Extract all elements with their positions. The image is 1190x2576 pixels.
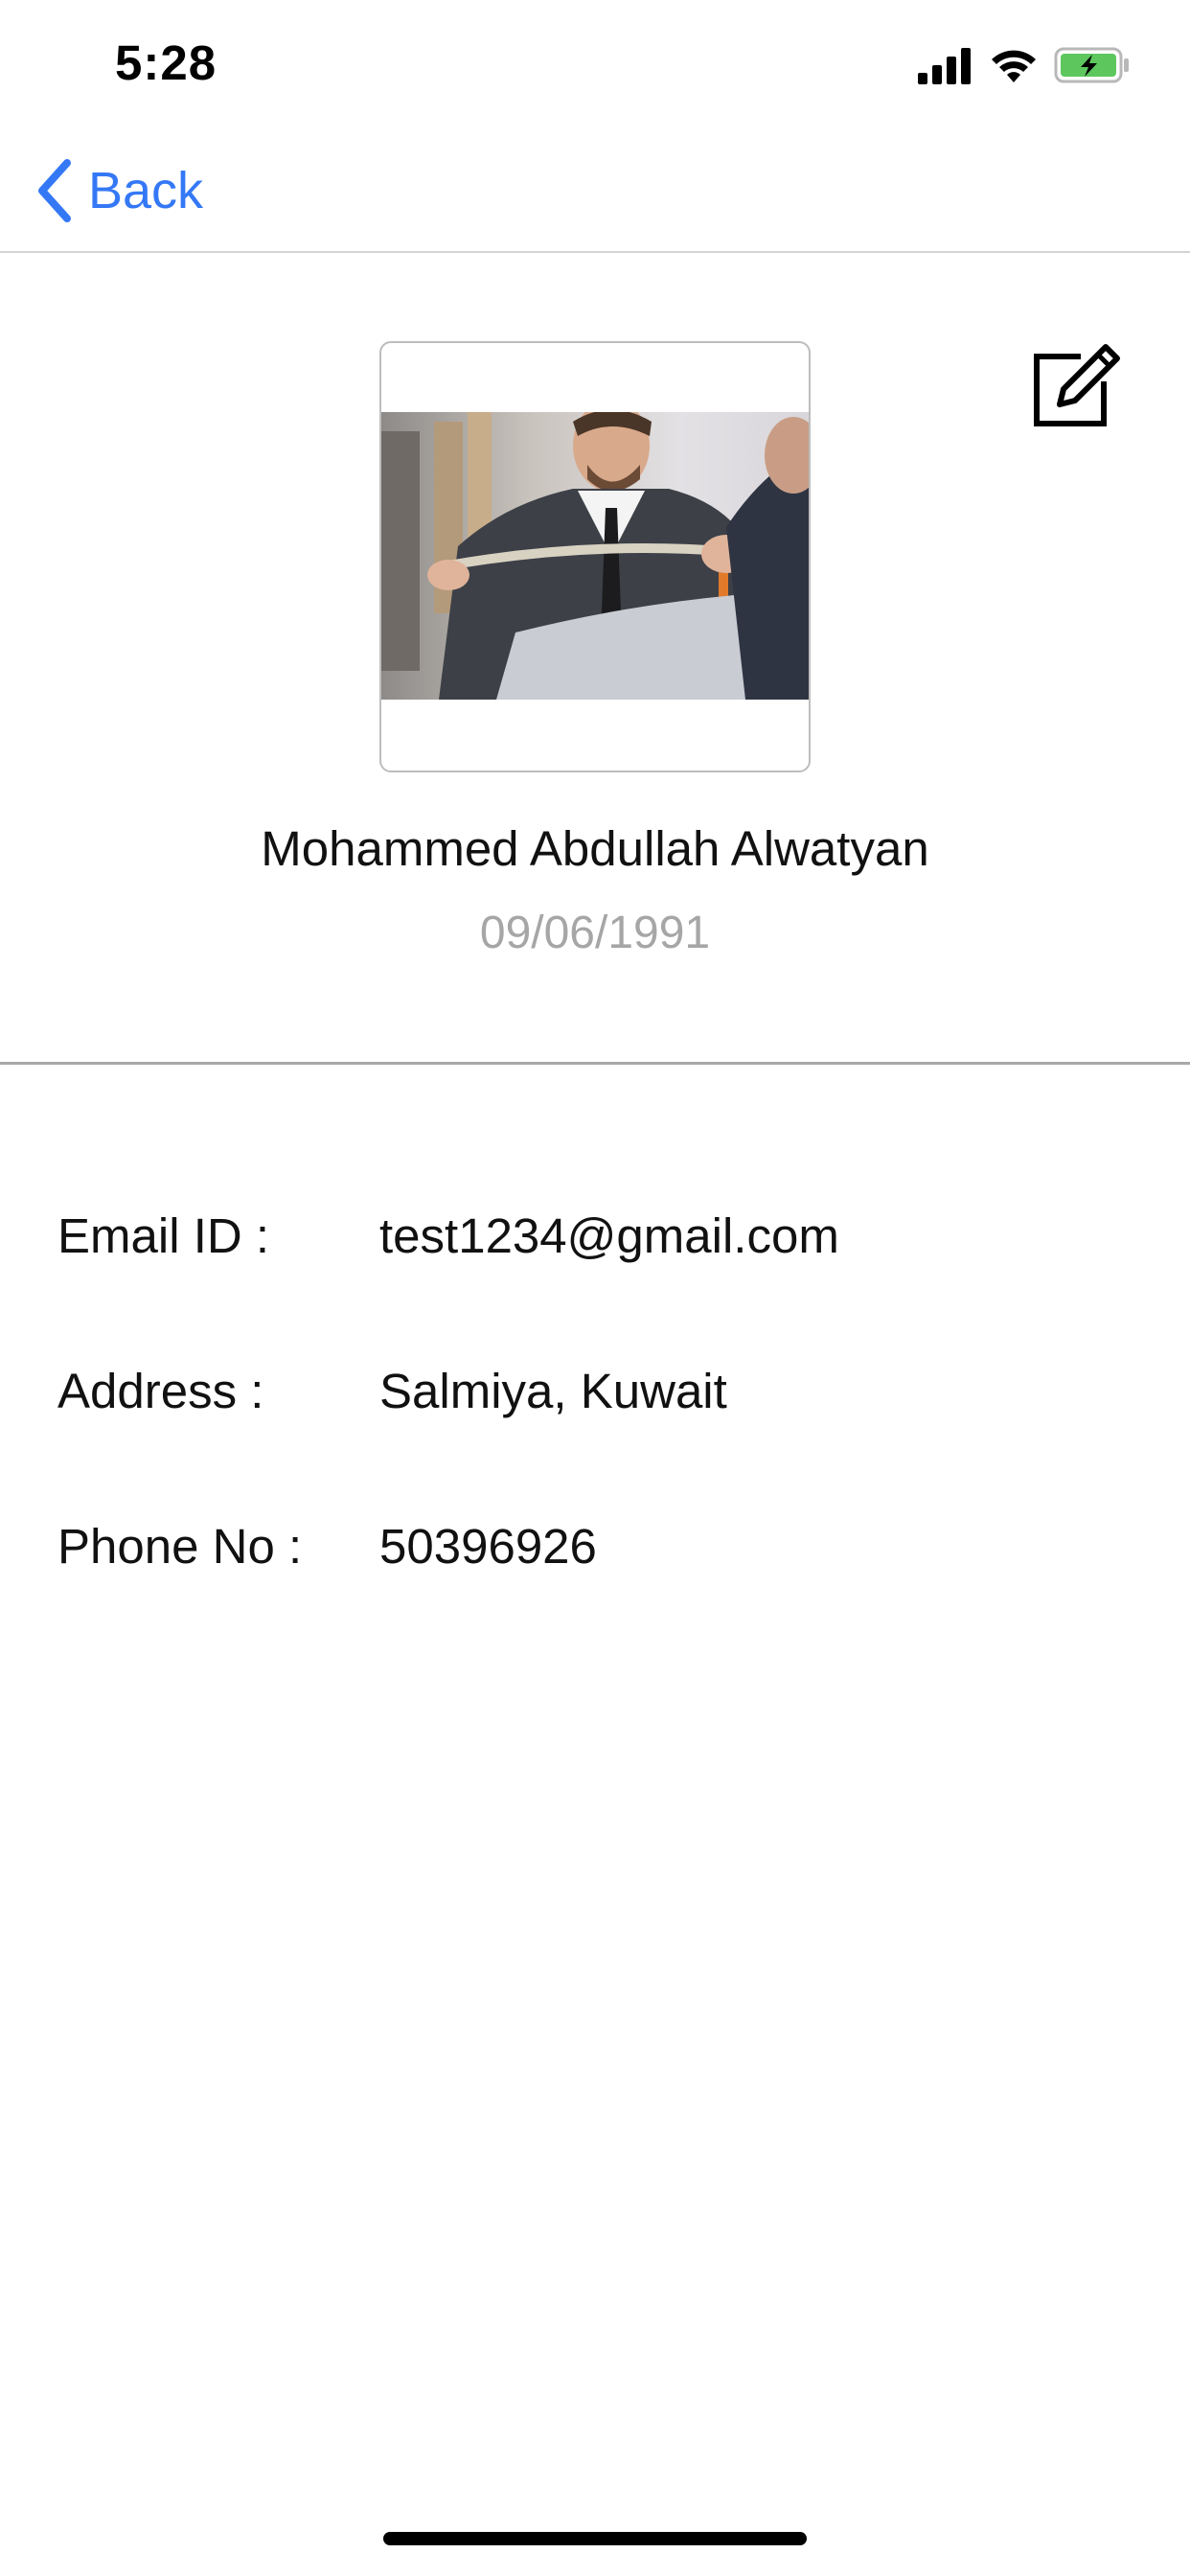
profile-name: Mohammed Abdullah Alwatyan (261, 821, 929, 876)
section-divider (0, 1062, 1190, 1065)
edit-icon (1034, 344, 1120, 426)
wifi-icon (992, 50, 1036, 82)
address-value: Salmiya, Kuwait (379, 1364, 727, 1418)
phone-label: Phone No : (57, 1519, 303, 1574)
profile-photo-frame[interactable] (379, 341, 811, 772)
phone-value: 50396926 (379, 1519, 597, 1574)
profile-screen: 5:28 Back Mohammed Abdullah Alwatyan 09/… (0, 0, 1190, 2576)
home-indicator[interactable] (383, 2532, 807, 2545)
email-value: test1234@gmail.com (379, 1208, 839, 1263)
edit-profile-button[interactable] (1031, 339, 1123, 431)
battery-charging-icon (1054, 47, 1129, 83)
status-bar: 5:28 (0, 0, 1190, 126)
email-row: Email ID : test1234@gmail.com (57, 1208, 1150, 1275)
back-label: Back (88, 162, 204, 219)
address-row: Address : Salmiya, Kuwait (57, 1363, 1150, 1430)
status-icons (918, 44, 1131, 86)
signal-icon (918, 48, 971, 84)
profile-date-of-birth: 09/06/1991 (479, 908, 711, 958)
back-button[interactable]: Back (34, 157, 203, 224)
address-label: Address : (57, 1364, 264, 1418)
phone-row: Phone No : 50396926 (57, 1518, 1150, 1585)
email-label: Email ID : (57, 1208, 270, 1263)
status-time: 5:28 (115, 35, 217, 90)
chevron-left-icon (38, 159, 71, 222)
nav-bar: Back (0, 126, 1190, 253)
profile-photo (381, 412, 809, 700)
